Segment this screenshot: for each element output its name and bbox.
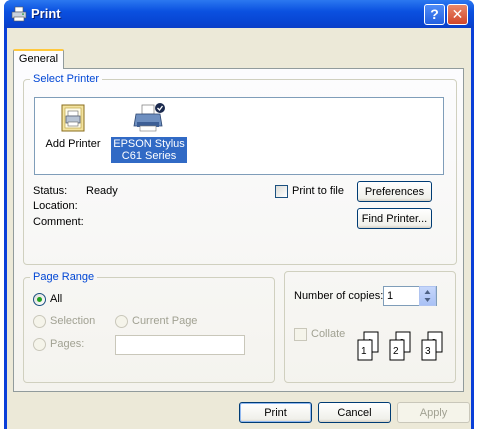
page-range-group: Page Range All Selection Current Page Pa…	[23, 271, 275, 383]
tab-general[interactable]: General	[13, 49, 64, 69]
current-page-radio[interactable]	[115, 315, 128, 328]
preferences-button[interactable]: Preferences	[357, 181, 432, 202]
collate-pages-icon: 1 1 2 2 3 3	[357, 331, 443, 361]
add-printer-icon	[61, 104, 85, 132]
selection-radio[interactable]	[33, 315, 46, 328]
radio-selected-dot	[37, 297, 42, 302]
printer-list[interactable]: Add Printer EPSON Stylus C61 Series	[34, 97, 444, 175]
cancel-button[interactable]: Cancel	[318, 402, 391, 423]
collate-label[interactable]: Collate	[311, 328, 345, 340]
pages-radio[interactable]	[33, 338, 46, 351]
select-printer-legend: Select Printer	[33, 73, 100, 85]
status-label: Status:	[33, 185, 68, 197]
printer-icon	[11, 6, 27, 22]
print-to-file-label[interactable]: Print to file	[292, 185, 344, 197]
pages-label[interactable]: Pages:	[50, 338, 84, 350]
all-radio[interactable]	[33, 293, 46, 306]
printer-item-epson-stylus[interactable]: EPSON Stylus C61 Series	[111, 102, 187, 163]
epson-stylus-label-line2: C61 Series	[121, 150, 177, 162]
print-dialog-window: Print ? ✕ General Select Printer Add Pri…	[4, 0, 474, 429]
collate-page-1-front: 1	[361, 346, 367, 357]
window-title: Print	[31, 6, 61, 21]
current-page-label[interactable]: Current Page	[132, 315, 197, 327]
pages-input[interactable]	[115, 335, 245, 355]
copies-group: Number of copies: 1 Collate 1 2 3	[284, 271, 456, 383]
copies-spinner[interactable]	[419, 286, 436, 306]
help-button[interactable]: ?	[424, 4, 445, 25]
close-button[interactable]: ✕	[447, 4, 468, 25]
comment-label: Comment:	[33, 216, 84, 228]
printer-item-add-printer[interactable]: Add Printer	[35, 102, 111, 151]
epson-stylus-label: EPSON Stylus C61 Series	[111, 137, 187, 163]
status-value: Ready	[86, 185, 118, 197]
page-range-legend: Page Range	[33, 271, 95, 283]
add-printer-label: Add Printer	[45, 138, 101, 150]
print-to-file-checkbox[interactable]	[275, 185, 288, 198]
collate-checkbox[interactable]	[294, 328, 307, 341]
title-bar[interactable]: Print ? ✕	[4, 0, 474, 28]
all-label[interactable]: All	[50, 293, 62, 305]
spinner-arrows-icon	[424, 290, 431, 302]
epson-stylus-label-line1: EPSON Stylus	[113, 138, 185, 150]
location-label: Location:	[33, 200, 78, 212]
dialog-client-area: General Select Printer Add Printer EPSON…	[7, 28, 471, 429]
find-printer-button[interactable]: Find Printer...	[357, 208, 432, 229]
general-tab-panel: Select Printer Add Printer EPSON Stylus …	[13, 68, 464, 392]
number-of-copies-label: Number of copies:	[294, 290, 384, 302]
printer-icon	[133, 103, 165, 132]
apply-button[interactable]: Apply	[397, 402, 470, 423]
collate-page-2-front: 2	[393, 346, 399, 357]
collate-page-3-front: 3	[425, 346, 431, 357]
print-button[interactable]: Print	[239, 402, 312, 423]
select-printer-group: Select Printer Add Printer EPSON Stylus …	[23, 73, 457, 265]
number-of-copies-value: 1	[387, 290, 394, 302]
selection-label[interactable]: Selection	[50, 315, 95, 327]
